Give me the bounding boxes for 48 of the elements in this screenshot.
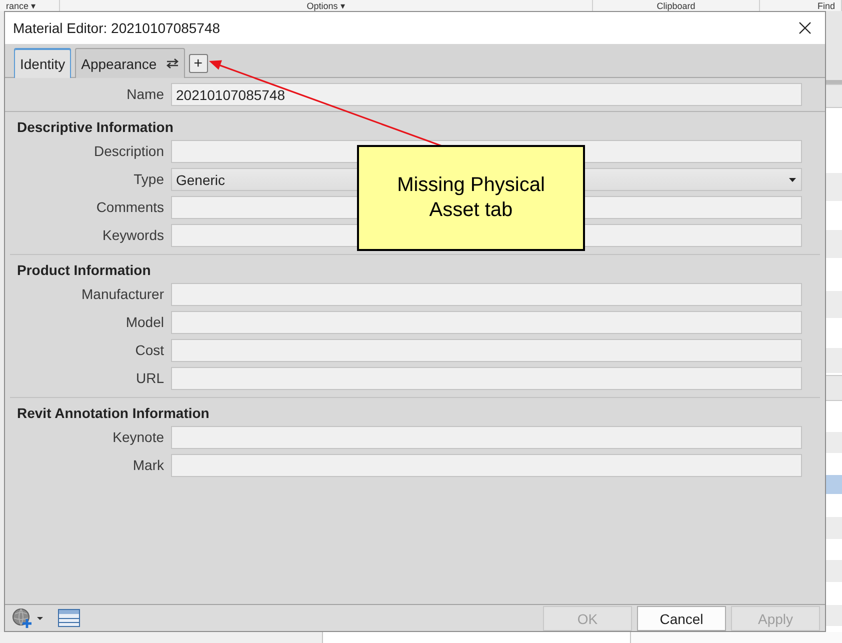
panel-icon[interactable] [58, 609, 80, 627]
field-label: URL [136, 369, 164, 388]
window-title: Material Editor: 20210107085748 [13, 20, 220, 36]
dialog-button[interactable]: Cancel [637, 606, 726, 631]
caret-icon[interactable] [37, 616, 43, 620]
input-field[interactable] [171, 311, 802, 334]
close-icon[interactable] [799, 22, 811, 34]
field-label: Model [126, 313, 164, 332]
swap-icon [166, 58, 179, 69]
list-row [826, 560, 842, 582]
field-label: Comments [96, 198, 164, 217]
list-header [826, 375, 842, 401]
ribbon-label: Options ▾ [306, 0, 346, 10]
input-field[interactable]: 20210107085748 [171, 83, 802, 106]
field-label: Cost [135, 341, 164, 360]
list-header [826, 84, 842, 108]
section-title: Revit Annotation Information [17, 404, 210, 422]
list-row [826, 432, 842, 453]
input-field[interactable] [171, 283, 802, 306]
list-row [826, 230, 842, 258]
input-field[interactable] [171, 367, 802, 390]
field-label: Description [94, 142, 164, 161]
input-field[interactable] [171, 454, 802, 477]
list-row [826, 605, 842, 626]
field-label: Mark [132, 456, 164, 475]
callout-tooltip: Missing Physical Asset tab [357, 145, 585, 251]
section-title: Product Information [17, 261, 151, 279]
list-row [826, 348, 842, 373]
ribbon-label: rance ▾ [6, 0, 36, 10]
field-label: Type [134, 170, 164, 189]
globe-plus-icon[interactable] [12, 608, 33, 628]
input-field[interactable] [171, 339, 802, 362]
list-row [826, 517, 842, 539]
ribbon-label: Clipboard [656, 0, 696, 10]
caret-icon [789, 178, 796, 182]
ribbon-label: Find [817, 0, 835, 10]
tab[interactable]: Appearance [75, 48, 185, 78]
list-row [826, 291, 842, 318]
field-label: Manufacturer [82, 285, 164, 304]
input-field[interactable] [171, 426, 802, 449]
selected-list-row [826, 475, 842, 494]
list-row [826, 173, 842, 201]
add-tab-button[interactable]: + [188, 54, 208, 73]
section-title: Descriptive Information [17, 118, 174, 136]
field-label: Name [126, 85, 164, 104]
field-label: Keynote [112, 428, 164, 447]
tab[interactable]: Identity [14, 48, 72, 78]
field-label: Keywords [102, 226, 164, 245]
